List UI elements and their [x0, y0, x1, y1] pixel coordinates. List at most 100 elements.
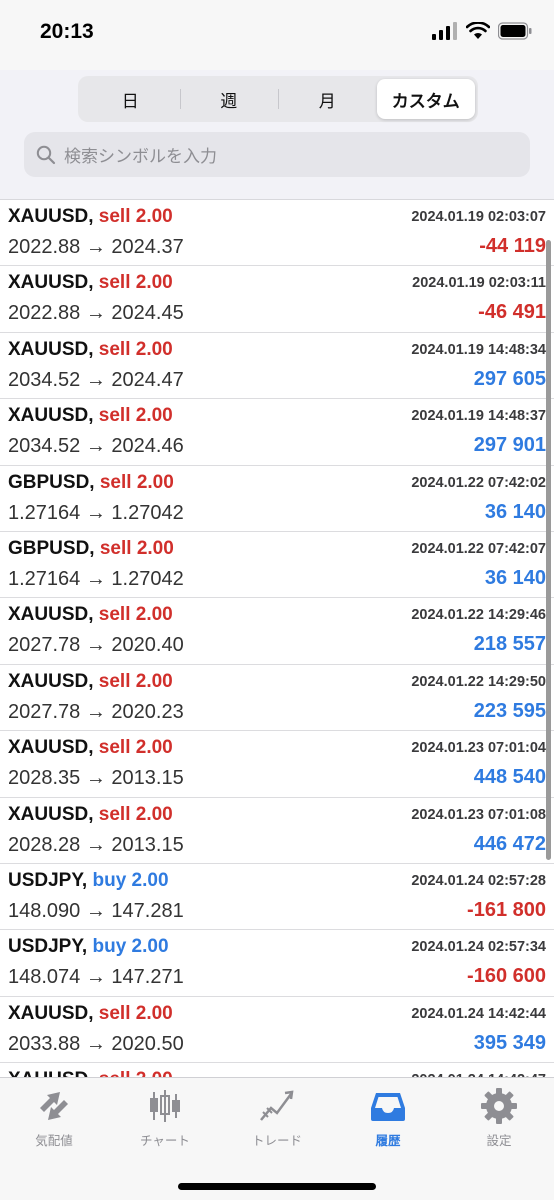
history-row[interactable]: XAUUSD, sell 2.00 2024.01.23 07:01:08 2028… [0, 798, 554, 864]
deal-prices: 2034.52 → 2024.47 [8, 369, 184, 392]
history-row[interactable]: XAUUSD, sell 2.00 2024.01.19 14:48:37 2034… [0, 399, 554, 466]
history-row[interactable]: GBPUSD, sell 2.00 2024.01.22 07:42:07 1.27… [0, 532, 554, 599]
deal-symbol: XAUUSD, [8, 670, 94, 692]
tab-week[interactable]: 週 [179, 79, 279, 119]
deal-side: sell 2.00 [98, 405, 173, 427]
deal-close-price: 2013.15 [111, 767, 184, 790]
tab-bar-history[interactable]: 履歴 [338, 1086, 438, 1156]
deal-time: 2024.01.23 07:01:08 [411, 806, 546, 823]
deal-open-price: 1.27164 [8, 501, 81, 524]
deal-profit: 297 901 [473, 434, 546, 457]
deal-symbol: XAUUSD, [8, 338, 94, 360]
deal-close-price: 147.281 [111, 899, 184, 922]
arrow-right-icon: → [80, 368, 112, 391]
arrow-right-icon: → [80, 767, 112, 790]
deal-open-price: 2022.88 [8, 302, 81, 325]
history-row[interactable]: GBPUSD, sell 2.00 2024.01.22 07:42:02 1.27… [0, 466, 554, 532]
deal-side: sell 2.00 [98, 338, 173, 360]
status-icons [432, 22, 532, 40]
arrow-right-icon: → [80, 501, 112, 524]
deal-symbol-line: XAUUSD, sell 2.00 [8, 1069, 173, 1077]
deal-open-price: 2034.52 [8, 368, 81, 391]
deal-close-price: 2024.46 [111, 435, 184, 458]
deal-profit: -161 800 [467, 898, 546, 921]
deal-time: 2024.01.22 14:29:46 [411, 607, 546, 624]
search-placeholder: 検索シンボルを入力 [64, 147, 217, 166]
history-row[interactable]: XAUUSD, sell 2.002024.01.24 14:42:47 [0, 1063, 554, 1077]
deal-symbol: USDJPY, [8, 936, 88, 958]
tab-bar-trade[interactable]: トレード [227, 1086, 327, 1156]
tab-bar-settings[interactable]: 設定 [449, 1086, 549, 1156]
tab-bar-chart[interactable]: チャート [115, 1086, 215, 1156]
deal-prices: 2028.35 → 2013.15 [8, 767, 184, 790]
quotes-icon [40, 1092, 68, 1120]
status-time: 20:13 [40, 20, 94, 43]
deal-prices: 1.27164 → 1.27042 [8, 568, 184, 591]
history-row[interactable]: XAUUSD, sell 2.00 2024.01.19 02:03:11 2022… [0, 266, 554, 333]
deal-profit: 395 349 [473, 1031, 546, 1054]
deal-side: sell 2.00 [99, 1069, 173, 1077]
tab-day-label: 日 [121, 91, 139, 111]
history-row[interactable]: XAUUSD, sell 2.00 2024.01.19 14:48:34 2034… [0, 333, 554, 400]
history-row[interactable]: XAUUSD, sell 2.00 2024.01.19 02:03:07 2022… [0, 200, 554, 267]
scrollbar[interactable] [546, 240, 551, 860]
deal-symbol-line: USDJPY, buy 2.00 [8, 936, 169, 958]
arrow-right-icon: → [80, 899, 112, 922]
arrow-right-icon: → [80, 435, 112, 458]
deal-time: 2024.01.22 14:29:50 [411, 673, 546, 690]
settings-icon [481, 1088, 517, 1124]
deal-side: sell 2.00 [99, 471, 174, 493]
deal-symbol-line: GBPUSD, sell 2.00 [8, 472, 174, 494]
deal-prices: 2027.78 → 2020.23 [8, 701, 184, 724]
deal-symbol-line: USDJPY, buy 2.00 [8, 870, 169, 892]
deal-side: buy 2.00 [92, 869, 169, 891]
history-row[interactable]: USDJPY, buy 2.00 2024.01.24 02:57:34 148.0… [0, 930, 554, 997]
tab-month[interactable]: 月 [278, 79, 377, 119]
tab-week-label: 週 [220, 91, 238, 111]
deal-side: sell 2.00 [98, 737, 173, 759]
search-icon [36, 145, 56, 164]
deal-symbol: XAUUSD, [8, 737, 94, 759]
arrow-right-icon: → [80, 302, 112, 325]
deal-symbol-line: XAUUSD, sell 2.00 [8, 804, 173, 826]
deal-symbol: XAUUSD, [8, 1069, 94, 1077]
deal-time: 2024.01.19 14:48:37 [411, 408, 546, 425]
deal-profit: -46 491 [478, 301, 546, 324]
deal-symbol: XAUUSD, [8, 272, 94, 294]
deal-symbol-line: XAUUSD, sell 2.00 [8, 1003, 173, 1025]
deal-close-price: 2024.45 [111, 302, 184, 325]
deal-prices: 2028.28 → 2013.15 [8, 834, 184, 857]
home-indicator [178, 1183, 376, 1190]
tab-day[interactable]: 日 [81, 79, 180, 119]
deal-time: 2024.01.23 07:01:04 [411, 740, 546, 757]
deal-side: sell 2.00 [99, 537, 174, 559]
deal-symbol-line: XAUUSD, sell 2.00 [8, 671, 173, 693]
tab-custom[interactable]: カスタム [376, 79, 475, 119]
search-input[interactable]: 検索シンボルを入力 [24, 132, 530, 177]
deal-profit: 218 557 [473, 633, 546, 656]
tab-bar: 気配値 チャート トレード 履歴 設定 [0, 1077, 554, 1200]
deal-open-price: 148.090 [8, 899, 81, 922]
history-row[interactable]: XAUUSD, sell 2.00 2024.01.22 14:29:50 2027… [0, 665, 554, 732]
deal-profit: 448 540 [473, 766, 546, 789]
deal-side: sell 2.00 [98, 803, 173, 825]
deal-prices: 148.090 → 147.281 [8, 900, 184, 923]
history-row[interactable]: XAUUSD, sell 2.00 2024.01.22 14:29:46 2027… [0, 598, 554, 665]
deal-time: 2024.01.19 02:03:07 [411, 209, 546, 225]
deal-symbol-line: XAUUSD, sell 2.00 [8, 405, 173, 427]
arrow-right-icon: → [80, 966, 112, 989]
history-row[interactable]: XAUUSD, sell 2.00 2024.01.24 14:42:44 2033… [0, 997, 554, 1064]
history-row[interactable]: XAUUSD, sell 2.00 2024.01.23 07:01:04 2028… [0, 731, 554, 798]
arrow-right-icon: → [80, 634, 112, 657]
deal-symbol-line: XAUUSD, sell 2.00 [8, 604, 173, 626]
deal-open-price: 2028.28 [8, 833, 81, 856]
deal-profit: -160 600 [467, 965, 546, 988]
history-list[interactable]: XAUUSD, sell 2.00 2024.01.19 02:03:07 2022… [0, 199, 554, 1077]
tab-bar-settings-label: 設定 [486, 1134, 512, 1148]
deal-prices: 2022.88 → 2024.45 [8, 302, 184, 325]
deal-side: buy 2.00 [92, 936, 169, 958]
tab-bar-quotes[interactable]: 気配値 [4, 1086, 104, 1156]
wifi-icon [466, 22, 490, 39]
deal-symbol-line: XAUUSD, sell 2.00 [8, 206, 173, 228]
history-row[interactable]: USDJPY, buy 2.00 2024.01.24 02:57:28 148.0… [0, 864, 554, 931]
